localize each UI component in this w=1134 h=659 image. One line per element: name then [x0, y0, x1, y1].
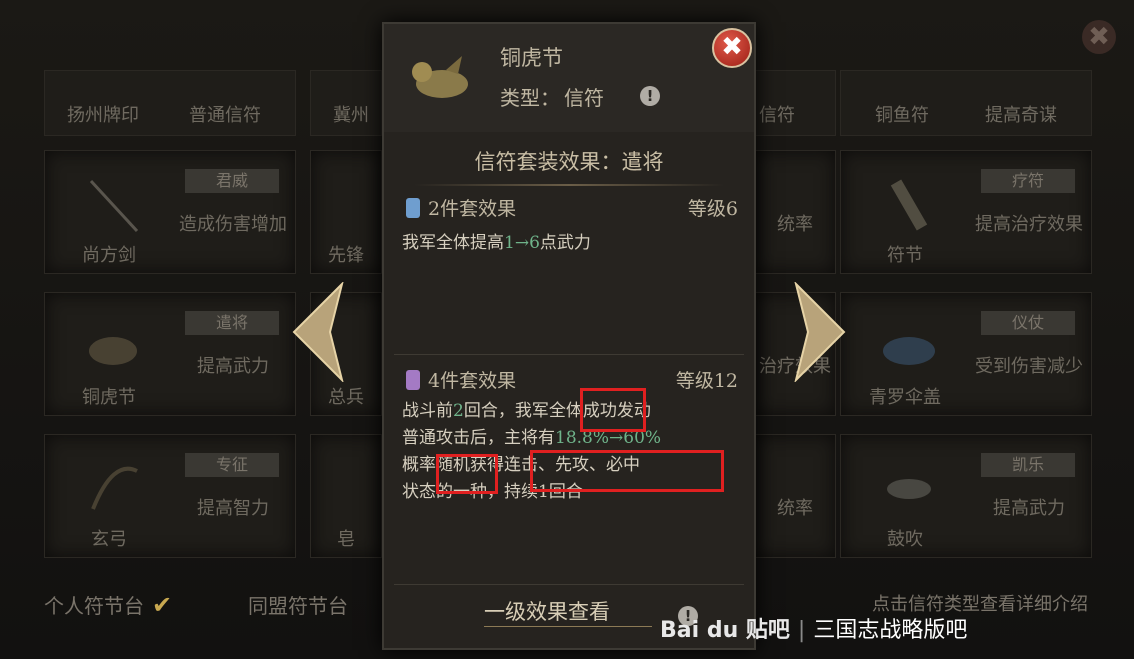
title-divider [414, 184, 724, 186]
close-icon[interactable]: ✖ [712, 28, 752, 68]
effect4-level: 等级12 [675, 370, 738, 392]
effect2-from: 1 [504, 233, 515, 253]
grid-row-top: 信符 [754, 70, 836, 136]
tiger-icon [89, 337, 137, 365]
token-name: 玄弓 [91, 529, 127, 550]
token-card[interactable]: 统率 [754, 150, 836, 274]
info-icon[interactable]: ! [640, 86, 660, 106]
token-card[interactable]: 青罗伞盖 仪仗 受到伤害减少 [840, 292, 1092, 416]
top-cell-name: 扬州牌印 [67, 105, 139, 126]
canopy-icon [883, 337, 935, 365]
effect2-title: 2件套效果 [428, 198, 517, 220]
personal-platform-toggle[interactable]: 个人符节台 ✔ [44, 590, 172, 619]
annotation-box [580, 388, 646, 432]
token-desc: 统率 [777, 498, 813, 519]
token-card[interactable]: 玄弓 专征 提高智力 [44, 434, 296, 558]
type-row: 类型： 信符 ! [500, 82, 660, 111]
watermark: Bai du 贴吧 | 三国志战略版吧 [660, 612, 967, 644]
top-cell-desc: 提高奇谋 [985, 105, 1057, 126]
effect2-arrow: → [514, 233, 530, 253]
grid-row-top: 冀州 [310, 70, 382, 136]
background-close-icon[interactable]: ✖ [1082, 20, 1116, 54]
token-desc: 受到伤害减少 [975, 356, 1083, 377]
watermark-bar: 三国志战略版吧 [813, 618, 968, 643]
watermark-separator: | [797, 618, 806, 643]
effect4-line2: 普通攻击后，主将有18.8%→60% [402, 425, 742, 452]
token-name: 铜虎节 [82, 387, 136, 408]
purple-gem-icon [406, 370, 420, 390]
effect2-text-b: 点武力 [539, 233, 591, 253]
prev-arrow-icon[interactable] [290, 282, 346, 382]
bottom-divider [394, 584, 744, 585]
token-name: 鼓吹 [887, 529, 923, 550]
token-desc: 造成伤害增加 [179, 214, 287, 235]
popup-header: 铜虎节 类型： 信符 ! ✖ [384, 24, 754, 132]
level1-effect-link[interactable]: 一级效果查看 [484, 596, 610, 626]
top-cell-name: 冀州 [333, 105, 369, 126]
token-name: 青罗伞盖 [869, 387, 941, 408]
effect2-to: 6 [529, 233, 540, 253]
token-tag: 仪仗 [981, 311, 1075, 335]
effect2-text: 我军全体提高1→6点武力 [402, 230, 742, 257]
effect-divider [394, 354, 744, 355]
token-card[interactable]: 统率 [754, 434, 836, 558]
effect4-header: 4件套效果 [406, 366, 516, 393]
grid-row-top: 铜鱼符 提高奇谋 [840, 70, 1092, 136]
drum-icon [887, 479, 931, 499]
token-tag: 凯乐 [981, 453, 1075, 477]
token-card[interactable]: 皂 [310, 434, 382, 558]
effect2-header: 2件套效果 [406, 194, 516, 221]
checkmark-icon: ✔ [152, 591, 173, 619]
annotation-box [436, 454, 498, 494]
item-name: 铜虎节 [500, 46, 563, 70]
token-name: 尚方剑 [82, 245, 136, 266]
token-tag: 专征 [185, 453, 279, 477]
token-desc: 提高智力 [197, 498, 269, 519]
bow-icon [91, 466, 138, 510]
effect4-line2-a: 普通攻击后，主将有 [402, 428, 555, 448]
grid-row-top: 扬州牌印 普通信符 [44, 70, 296, 136]
set-title: 信符套装效果：遣将 [474, 150, 664, 174]
token-desc: 提高武力 [993, 498, 1065, 519]
token-name: 总兵 [328, 387, 364, 408]
blue-gem-icon [406, 198, 420, 218]
effect4-line1-a: 战斗前 [402, 401, 453, 421]
token-tag: 君威 [185, 169, 279, 193]
effect4-line1: 战斗前2回合，我军全体成功发动 [402, 398, 742, 425]
token-desc: 提高治疗效果 [975, 214, 1083, 235]
token-tag: 遣将 [185, 311, 279, 335]
effect4-rounds: 2 [453, 401, 464, 421]
top-cell-desc: 普通信符 [189, 105, 261, 126]
token-name: 先锋 [328, 245, 364, 266]
token-tag: 疗符 [981, 169, 1075, 193]
token-name: 符节 [887, 245, 923, 266]
effect2-text-a: 我军全体提高 [402, 233, 504, 253]
top-cell-desc: 信符 [759, 105, 795, 126]
token-desc: 提高武力 [197, 356, 269, 377]
effect4-title: 4件套效果 [428, 370, 517, 392]
effect2-level: 等级6 [687, 198, 738, 220]
bronze-tiger-icon [412, 56, 468, 98]
sword-icon [89, 179, 139, 233]
token-card[interactable]: 鼓吹 凯乐 提高武力 [840, 434, 1092, 558]
personal-platform-label: 个人符节台 [44, 594, 144, 618]
tally-icon [890, 179, 928, 231]
next-arrow-icon[interactable] [792, 282, 848, 382]
top-cell-name: 铜鱼符 [875, 105, 929, 126]
token-detail-popup: 铜虎节 类型： 信符 ! ✖ 信符套装效果：遣将 2件套效果 等级6 我军全体提高… [382, 22, 756, 650]
token-card[interactable]: 符节 疗符 提高治疗效果 [840, 150, 1092, 274]
baidu-logo: Bai du 贴吧 [660, 618, 790, 643]
type-label: 类型： [500, 86, 560, 110]
token-desc: 统率 [777, 214, 813, 235]
alliance-platform-toggle[interactable]: 同盟符节台 [248, 590, 348, 619]
type-value: 信符 [564, 86, 604, 110]
annotation-box [530, 450, 724, 492]
link-underline [484, 626, 652, 627]
token-name: 皂 [337, 529, 355, 550]
token-card[interactable]: 尚方剑 君威 造成伤害增加 [44, 150, 296, 274]
token-card[interactable]: 铜虎节 遣将 提高武力 [44, 292, 296, 416]
token-card[interactable]: 先锋 [310, 150, 382, 274]
